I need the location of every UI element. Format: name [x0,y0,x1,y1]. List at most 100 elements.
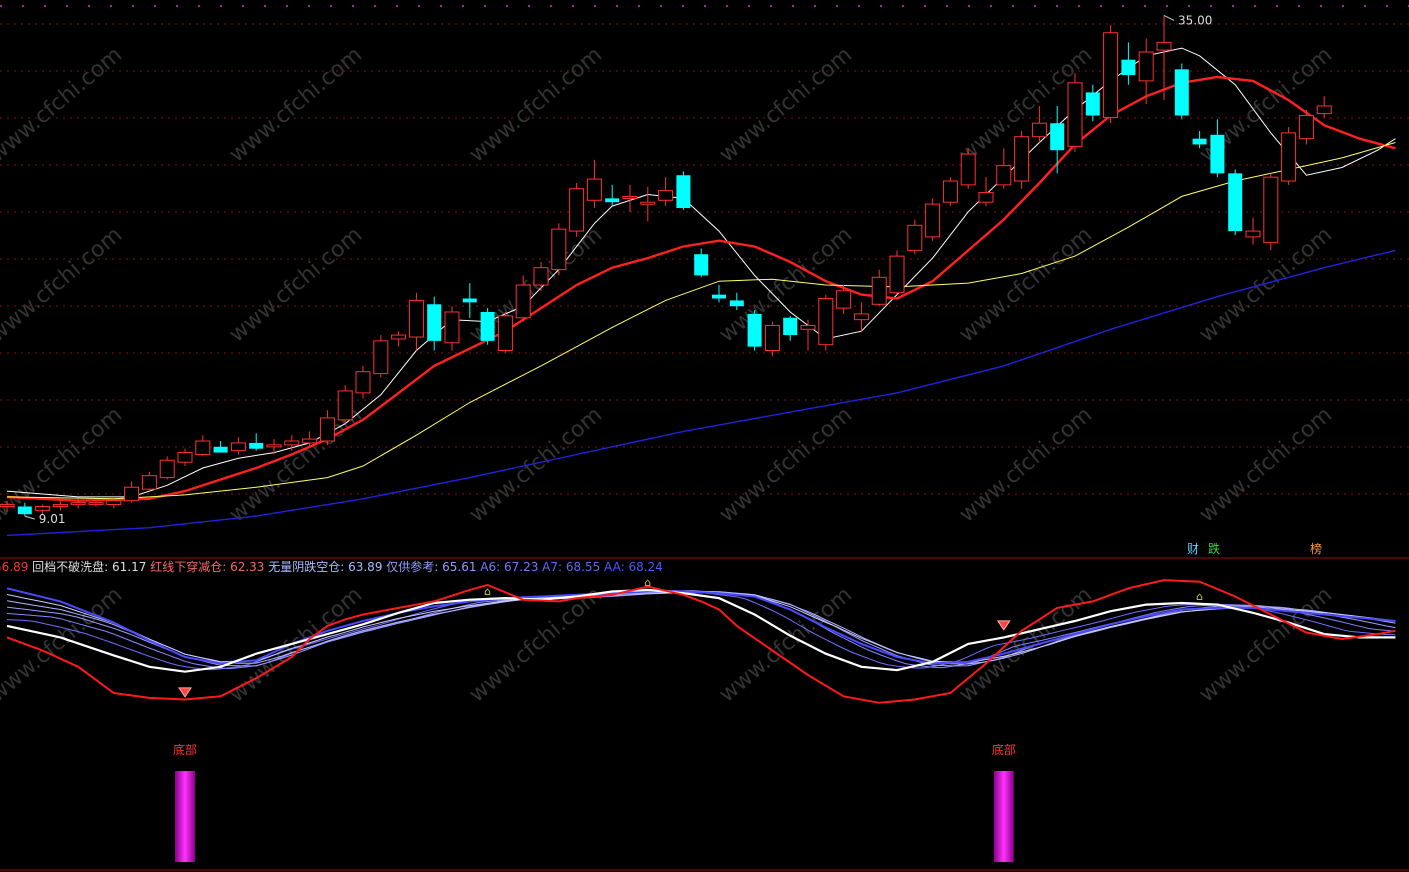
watermark-text: www.cfchi.com [225,582,367,707]
candle-body-up [1263,176,1279,244]
indicator-series-value: 67.23 [504,560,542,574]
candle-body-up [764,324,780,351]
candle-body-up [533,267,549,286]
indicator-series-name: 仅供参考: [386,559,442,574]
candle-body-up [960,153,976,186]
indicator-series-name: 无量阴跌空仓: [268,559,348,574]
watermark-text: www.cfchi.com [1195,582,1337,707]
watermark-text: www.cfchi.com [955,402,1097,527]
candle-body-up [88,502,104,506]
candle-body-up [658,190,674,201]
candle-body-down [605,198,620,203]
candle-body-down [694,254,709,276]
watermark-text: www.cfchi.com [715,42,857,167]
indicator-series-value: 68.55 [566,560,604,574]
candle-body-up [818,297,834,346]
candle-body-up [408,299,424,338]
candle-body-down [1121,59,1136,76]
candle-body-up [444,311,460,344]
candle-body-down [1192,138,1207,145]
indicator-header: 56.89 回档不破洗盘: 61.17 红线下穿减仓: 62.33 无量阴跌空仓… [0,559,663,574]
candle-body-up [1281,132,1297,182]
candle-body-up [159,459,175,479]
candle-body-up [907,224,923,251]
candle-body-up [925,203,941,238]
candle-body-up [996,165,1012,186]
candle-body-up [497,315,513,351]
candle-body-up [1031,122,1047,138]
high-marker-line [1163,14,1175,21]
candle-body-up [35,505,51,511]
indicator-red-line [6,579,1396,704]
candle-body-up [337,390,353,421]
candle-body-up [319,417,335,442]
indicator-series-name: 红线下穿减仓: [150,559,230,574]
candle-body-down [1085,92,1100,116]
candle-body-up [230,442,246,452]
moving-average-line [6,249,1396,537]
candle-body-down [249,442,264,449]
candle-body-down [1050,123,1065,151]
candle-body-up [177,452,193,463]
candle-body-up [515,284,531,319]
indicator-series-value: 62.33 [230,560,268,574]
caution-mark: ⌂ [484,585,491,598]
candle-body-down [747,313,762,347]
candle-body-down [17,506,32,515]
candle-body-up [853,313,869,321]
candle-body-up [586,178,602,201]
badge-die: 跌 [1208,542,1221,556]
candle-body-up [195,440,211,455]
watermark-text: www.cfchi.com [955,582,1097,707]
indicator-blue-line [6,587,1396,665]
candle-body-up [1138,51,1154,82]
badge-bang: 榜 [1310,542,1323,556]
candle-body-down [427,304,442,341]
candle-body-up [1156,41,1172,51]
candle-body-up [1316,105,1332,115]
candle-body-up [942,180,958,203]
indicator-series-name: A6: [480,560,504,574]
candle-body-down [480,311,495,341]
bottom-signal-icon [996,620,1011,631]
indicator-series-name: A7: [542,560,566,574]
candle-body-down [676,175,691,208]
candle-body-up [1103,32,1119,118]
bottom-label: 底部 [173,742,197,757]
indicator-series-name: AA: [604,560,628,574]
caution-mark: ⌂ [1196,590,1203,603]
candle-body-up [1014,136,1030,182]
candle-body-down [1174,69,1189,116]
candle-body-up [52,504,68,508]
bottom-signal-bar [175,771,195,862]
indicator-first-value: 56.89 [0,560,32,574]
candle-body-down [729,300,744,307]
stock-chart-svg: www.cfchi.com www.cfchi.com www.cfchi.com w… [0,5,1409,871]
watermark-text: www.cfchi.com [0,42,127,167]
watermark-text: www.cfchi.com [225,42,367,167]
watermark-text: www.cfchi.com [955,222,1097,347]
bottom-label: 底部 [992,742,1016,757]
bottom-signal-icon [178,687,192,698]
candle-body-down [712,294,726,299]
low-marker-line [24,515,35,520]
candle-body-up [871,276,887,305]
candle-body-up [355,371,371,394]
candle-body-up [0,504,15,508]
indicator-series-value: 65.61 [442,560,480,574]
watermark-text: www.cfchi.com [465,402,607,527]
candle-body-up [640,201,656,205]
candle-body-up [373,340,389,375]
candle-body-down [783,317,798,336]
moving-average-line [6,142,1396,500]
low-price-label: 9.01 [39,512,66,526]
candle-body-up [800,324,816,330]
bottom-signal-bar [993,771,1014,862]
candle-body-up [106,500,122,506]
candle-body-up [266,444,282,448]
candle-body-down [1210,134,1225,174]
indicator-series-value: 63.89 [348,560,386,574]
candle-body-up [141,475,157,490]
candle-body-up [836,290,852,309]
indicator-series-value: 68.24 [628,560,662,574]
